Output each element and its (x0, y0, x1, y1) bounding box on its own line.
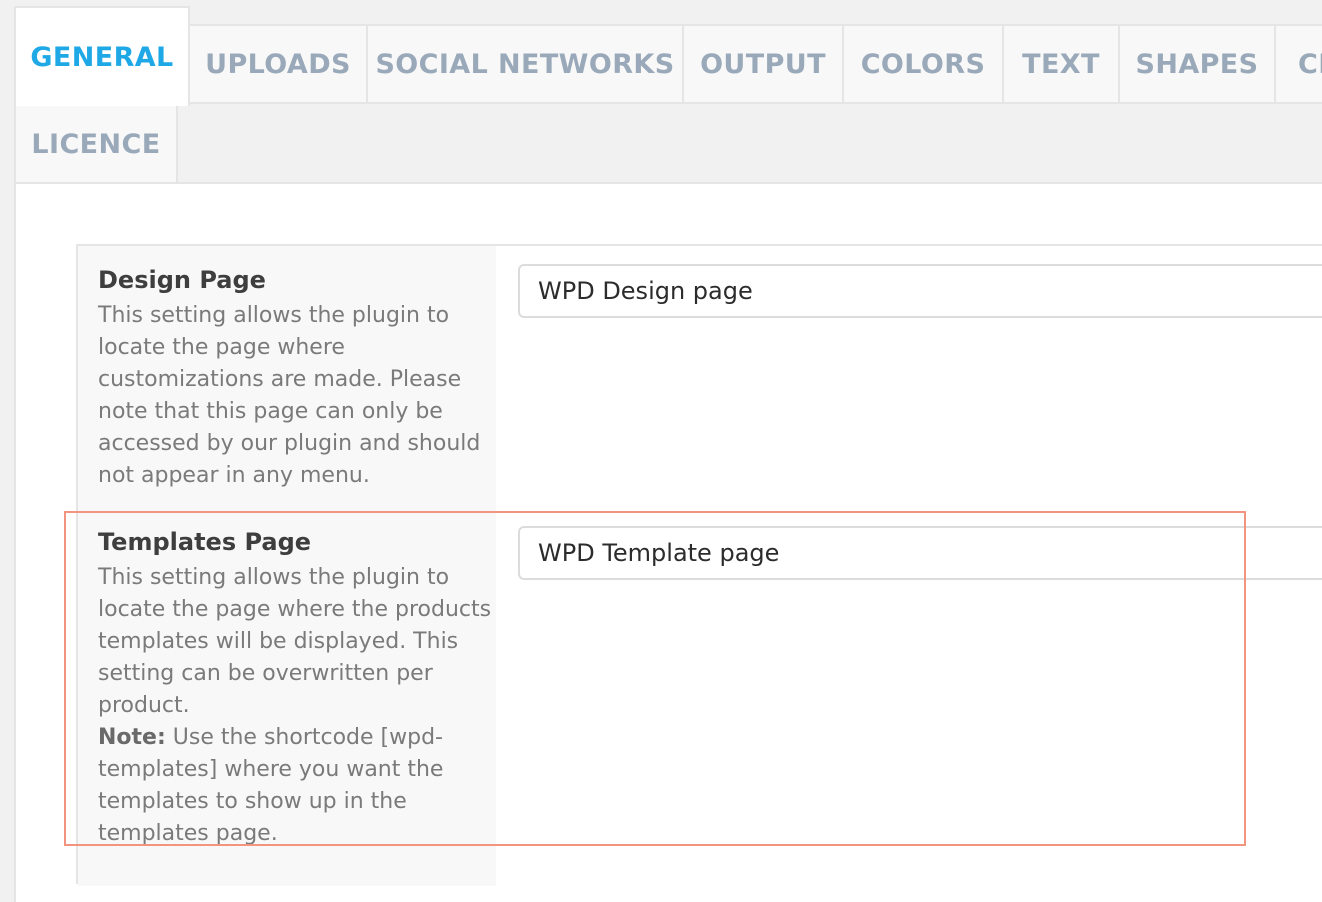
tab-cl-label: CL (1298, 48, 1322, 80)
tab-licence-label: LICENCE (31, 128, 161, 160)
tab-colors-label: COLORS (860, 48, 986, 80)
tab-text-label: TEXT (1022, 48, 1100, 80)
tab-social-networks-label: SOCIAL NETWORKS (375, 48, 675, 80)
tab-output-label: OUTPUT (700, 48, 826, 80)
tab-uploads[interactable]: UPLOADS (188, 24, 368, 104)
design-page-description: This setting allows the plugin to locate… (98, 303, 481, 488)
design-page-title: Design Page (98, 266, 266, 294)
templates-page-description-text: This setting allows the plugin to locate… (98, 565, 492, 718)
tab-cl[interactable]: CL (1274, 24, 1322, 104)
templates-page-description: This setting allows the plugin to locate… (98, 562, 493, 850)
tab-licence[interactable]: LICENCE (14, 104, 178, 184)
tab-social-networks[interactable]: SOCIAL NETWORKS (366, 24, 684, 104)
tab-shapes[interactable]: SHAPES (1118, 24, 1276, 104)
tab-general[interactable]: GENERAL (14, 6, 190, 106)
templates-page-select[interactable] (518, 526, 1322, 580)
tab-shapes-label: SHAPES (1135, 48, 1259, 80)
tab-text[interactable]: TEXT (1002, 24, 1120, 104)
tab-uploads-label: UPLOADS (205, 48, 351, 80)
templates-page-title: Templates Page (98, 528, 312, 556)
tab-colors[interactable]: COLORS (842, 24, 1004, 104)
tab-output[interactable]: OUTPUT (682, 24, 844, 104)
tab-general-label: GENERAL (30, 41, 174, 73)
templates-page-note-label: Note: (98, 725, 166, 750)
design-page-select[interactable] (518, 264, 1322, 318)
